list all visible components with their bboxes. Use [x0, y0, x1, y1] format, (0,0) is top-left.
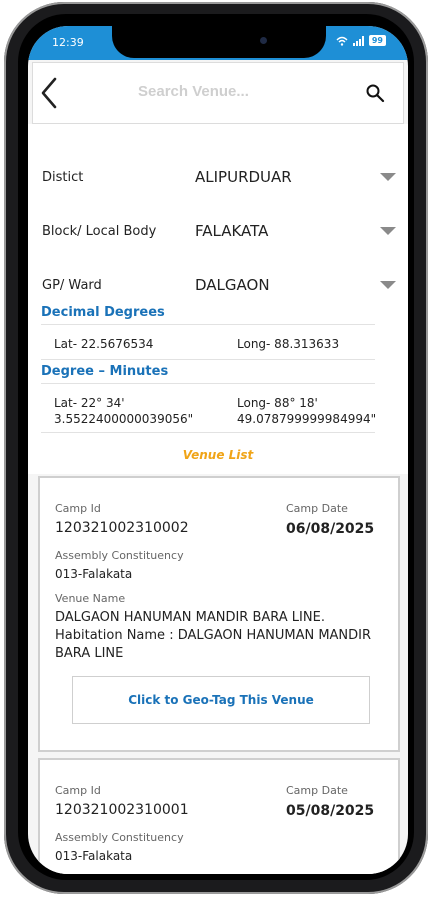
dms-lat: Lat- 22° 34' 3.5522400000039056": [54, 395, 193, 427]
assembly-constituency-label: Assembly Constituency: [55, 831, 184, 844]
dropdown-arrow-icon: [380, 173, 396, 181]
location-form: Distict ALIPURDUAR Block/ Local Body FAL…: [28, 124, 408, 474]
camera-notch: [112, 26, 326, 58]
camp-id-value: 120321002310002: [55, 520, 189, 536]
block-label: Block/ Local Body: [42, 224, 157, 239]
decimal-lat: Lat- 22.5676534: [54, 337, 154, 351]
decimal-long: Long- 88.313633: [237, 337, 340, 351]
venue-name-value: DALGAON HANUMAN MANDIR BARA LINE. Habita…: [55, 610, 372, 661]
battery-icon: 99: [368, 35, 386, 46]
status-bar: 12:39 99: [28, 26, 408, 60]
wifi-icon: [336, 36, 348, 46]
camp-date-value: 05/08/2025: [286, 803, 375, 819]
app-screen: 12:39 99 Search Venue... Distict ALIPURD…: [28, 26, 408, 874]
dms-long-degrees: Long- 88° 18': [237, 396, 318, 410]
gp-select[interactable]: GP/ Ward DALGAON: [28, 266, 408, 302]
status-time: 12:39: [52, 36, 84, 49]
decimal-degrees-title: Decimal Degrees: [41, 305, 165, 320]
dms-lat-seconds: 3.5522400000039056": [54, 412, 194, 426]
status-icons: 99: [336, 35, 386, 46]
signal-icon: [352, 35, 364, 46]
dropdown-arrow-icon: [380, 227, 396, 235]
gp-value: DALGAON: [195, 276, 270, 294]
divider: [41, 324, 375, 325]
assembly-constituency-value: 013-Falakata: [55, 567, 133, 581]
divider: [41, 359, 375, 360]
assembly-constituency-value: 013-Falakata: [55, 849, 133, 863]
camp-id-label: Camp Id: [55, 502, 101, 515]
dropdown-arrow-icon: [380, 281, 396, 289]
search-bar: Search Venue...: [32, 62, 404, 124]
camp-id-value: 120321002310001: [55, 802, 189, 818]
venue-card: Camp Id 120321002310001 Camp Date 05/08/…: [38, 758, 400, 874]
back-arrow-icon[interactable]: [35, 75, 65, 111]
camp-id-label: Camp Id: [55, 784, 101, 797]
assembly-constituency-label: Assembly Constituency: [55, 549, 184, 562]
divider: [41, 383, 375, 384]
divider: [41, 432, 375, 433]
camp-date-label: Camp Date: [286, 502, 348, 515]
venue-card: Camp Id 120321002310002 Camp Date 06/08/…: [38, 476, 400, 752]
venue-list-title: Venue List: [182, 448, 254, 462]
search-input[interactable]: Search Venue...: [138, 83, 249, 100]
block-value: FALAKATA: [195, 222, 269, 240]
camp-date-value: 06/08/2025: [286, 521, 375, 537]
dms-long: Long- 88° 18' 49.078799999984994": [237, 395, 376, 427]
geo-tag-button[interactable]: Click to Geo-Tag This Venue: [72, 676, 370, 724]
block-select[interactable]: Block/ Local Body FALAKATA: [28, 212, 408, 248]
dms-lat-degrees: Lat- 22° 34': [54, 396, 125, 410]
district-select[interactable]: Distict ALIPURDUAR: [28, 158, 408, 194]
dms-long-seconds: 49.078799999984994": [237, 412, 377, 426]
degree-minutes-title: Degree – Minutes: [41, 364, 169, 379]
district-value: ALIPURDUAR: [195, 168, 292, 186]
district-label: Distict: [42, 170, 84, 185]
venue-name-label: Venue Name: [55, 592, 126, 605]
gp-label: GP/ Ward: [42, 278, 102, 293]
search-icon[interactable]: [365, 83, 385, 103]
camera-icon: [260, 37, 267, 44]
camp-date-label: Camp Date: [286, 784, 348, 797]
